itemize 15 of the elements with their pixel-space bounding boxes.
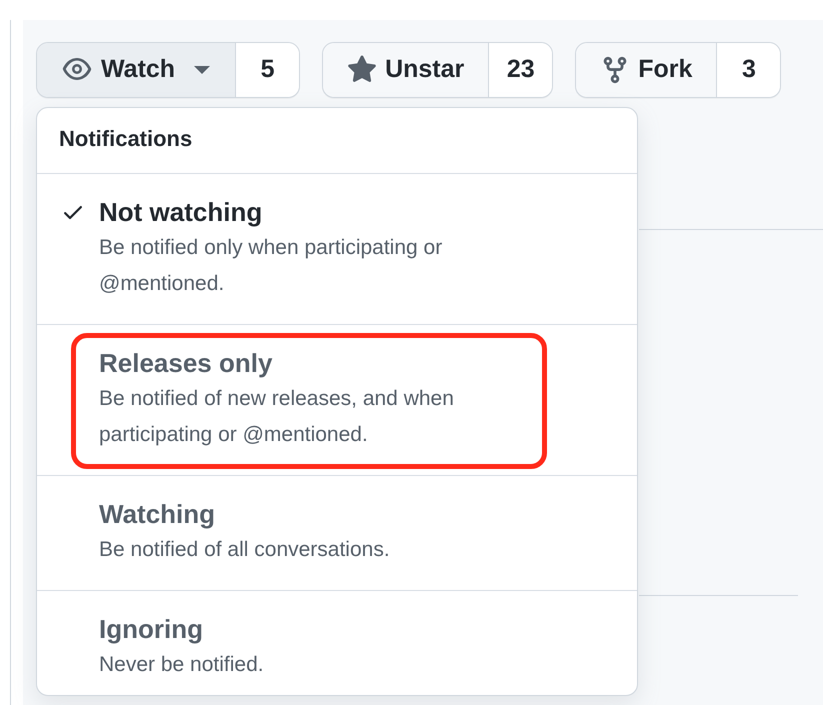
count-link[interactable]: 3 bbox=[716, 43, 780, 97]
item-description: Never be notified. bbox=[99, 652, 264, 678]
star-icon bbox=[347, 55, 378, 85]
item-description: Be notified of all conversations. bbox=[99, 536, 390, 563]
menu-item[interactable]: Not watching Be notified only when participating or @mentioned. bbox=[37, 174, 637, 326]
menu-title: Notifications bbox=[37, 108, 637, 174]
menu-item[interactable]: Watching Be notified of all conversations. bbox=[37, 476, 637, 591]
item-description: Be notified of new releases, and when participating or @mentioned. bbox=[99, 386, 455, 448]
menu-item[interactable]: Releases only Be notified of new releases, and when participating or @mentioned. bbox=[37, 325, 637, 476]
item-description: Be notified only when participating or @mentioned. bbox=[99, 234, 444, 297]
watch-button[interactable]: Watch bbox=[37, 43, 236, 97]
caret-icon bbox=[193, 65, 212, 75]
count-link[interactable]: 5 bbox=[235, 43, 300, 97]
count-link[interactable]: 23 bbox=[488, 43, 552, 97]
menu-item[interactable]: Ignoring Never be notified. bbox=[37, 590, 637, 695]
